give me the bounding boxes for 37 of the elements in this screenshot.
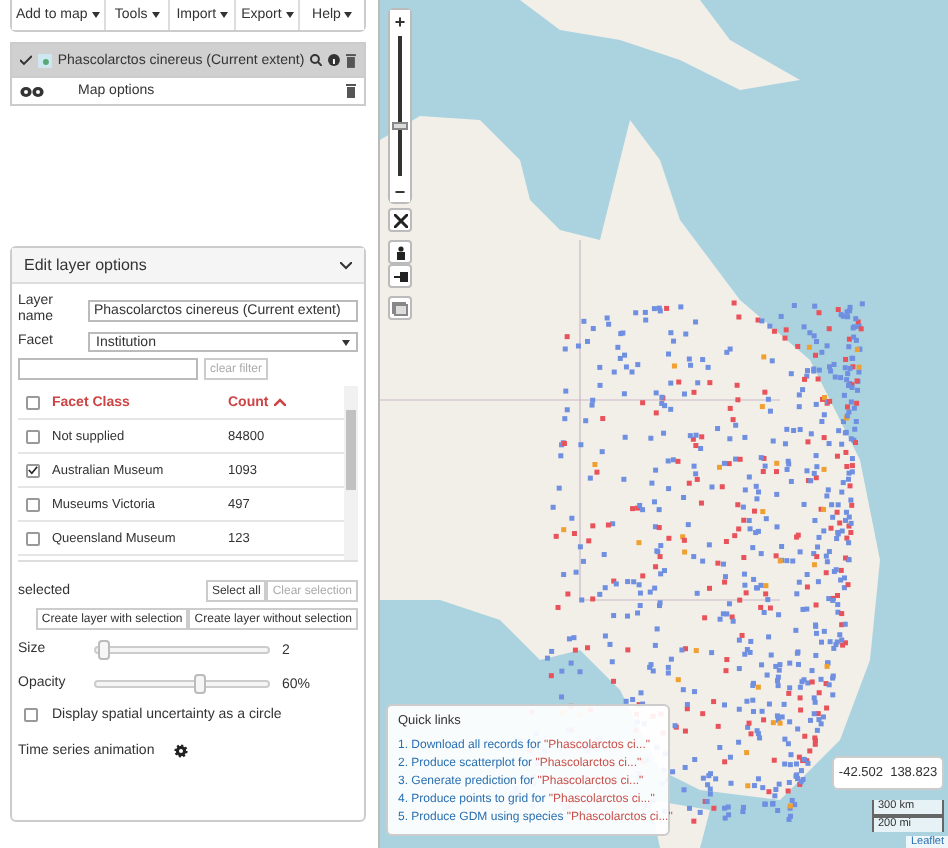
- zoom-in-button[interactable]: +: [390, 10, 410, 32]
- slider-thumb[interactable]: [98, 640, 111, 660]
- eye-icon[interactable]: [20, 85, 44, 97]
- layer-legend-icon: [37, 53, 52, 67]
- layers-button[interactable]: [388, 296, 412, 320]
- layers-icon: [392, 301, 408, 315]
- gear-icon[interactable]: [174, 744, 189, 758]
- checkbox[interactable]: [26, 429, 40, 443]
- trash-icon[interactable]: [346, 53, 357, 67]
- caret-icon: [285, 12, 294, 18]
- caret-icon: [151, 12, 160, 18]
- scrollbar[interactable]: [344, 386, 358, 560]
- info-icon[interactable]: [328, 54, 341, 66]
- fullscreen-button[interactable]: [388, 208, 412, 232]
- zoom-slider-thumb[interactable]: [392, 121, 408, 130]
- checkbox[interactable]: [26, 463, 40, 477]
- slider-track[interactable]: [94, 646, 270, 654]
- zoom-icon[interactable]: [310, 54, 323, 66]
- panel-title: Edit layer options: [24, 256, 147, 274]
- check-icon[interactable]: [20, 54, 32, 66]
- sort-up-icon: [274, 398, 287, 406]
- slider-thumb[interactable]: [193, 674, 206, 694]
- panel-header[interactable]: Edit layer options: [12, 248, 364, 284]
- person-button[interactable]: [388, 240, 412, 264]
- slider-track[interactable]: [94, 680, 270, 688]
- caret-icon: [342, 339, 350, 345]
- trash-icon[interactable]: [346, 84, 356, 98]
- caret-icon: [344, 12, 353, 18]
- caret-icon: [91, 12, 100, 18]
- checkbox[interactable]: [26, 531, 40, 545]
- checkbox[interactable]: [26, 395, 40, 409]
- checkbox[interactable]: [26, 497, 40, 511]
- caret-icon: [220, 12, 229, 18]
- checkbox[interactable]: [24, 708, 38, 722]
- filter-field[interactable]: [18, 358, 198, 380]
- chevron-icon[interactable]: [340, 261, 352, 269]
- person-icon: [395, 245, 405, 259]
